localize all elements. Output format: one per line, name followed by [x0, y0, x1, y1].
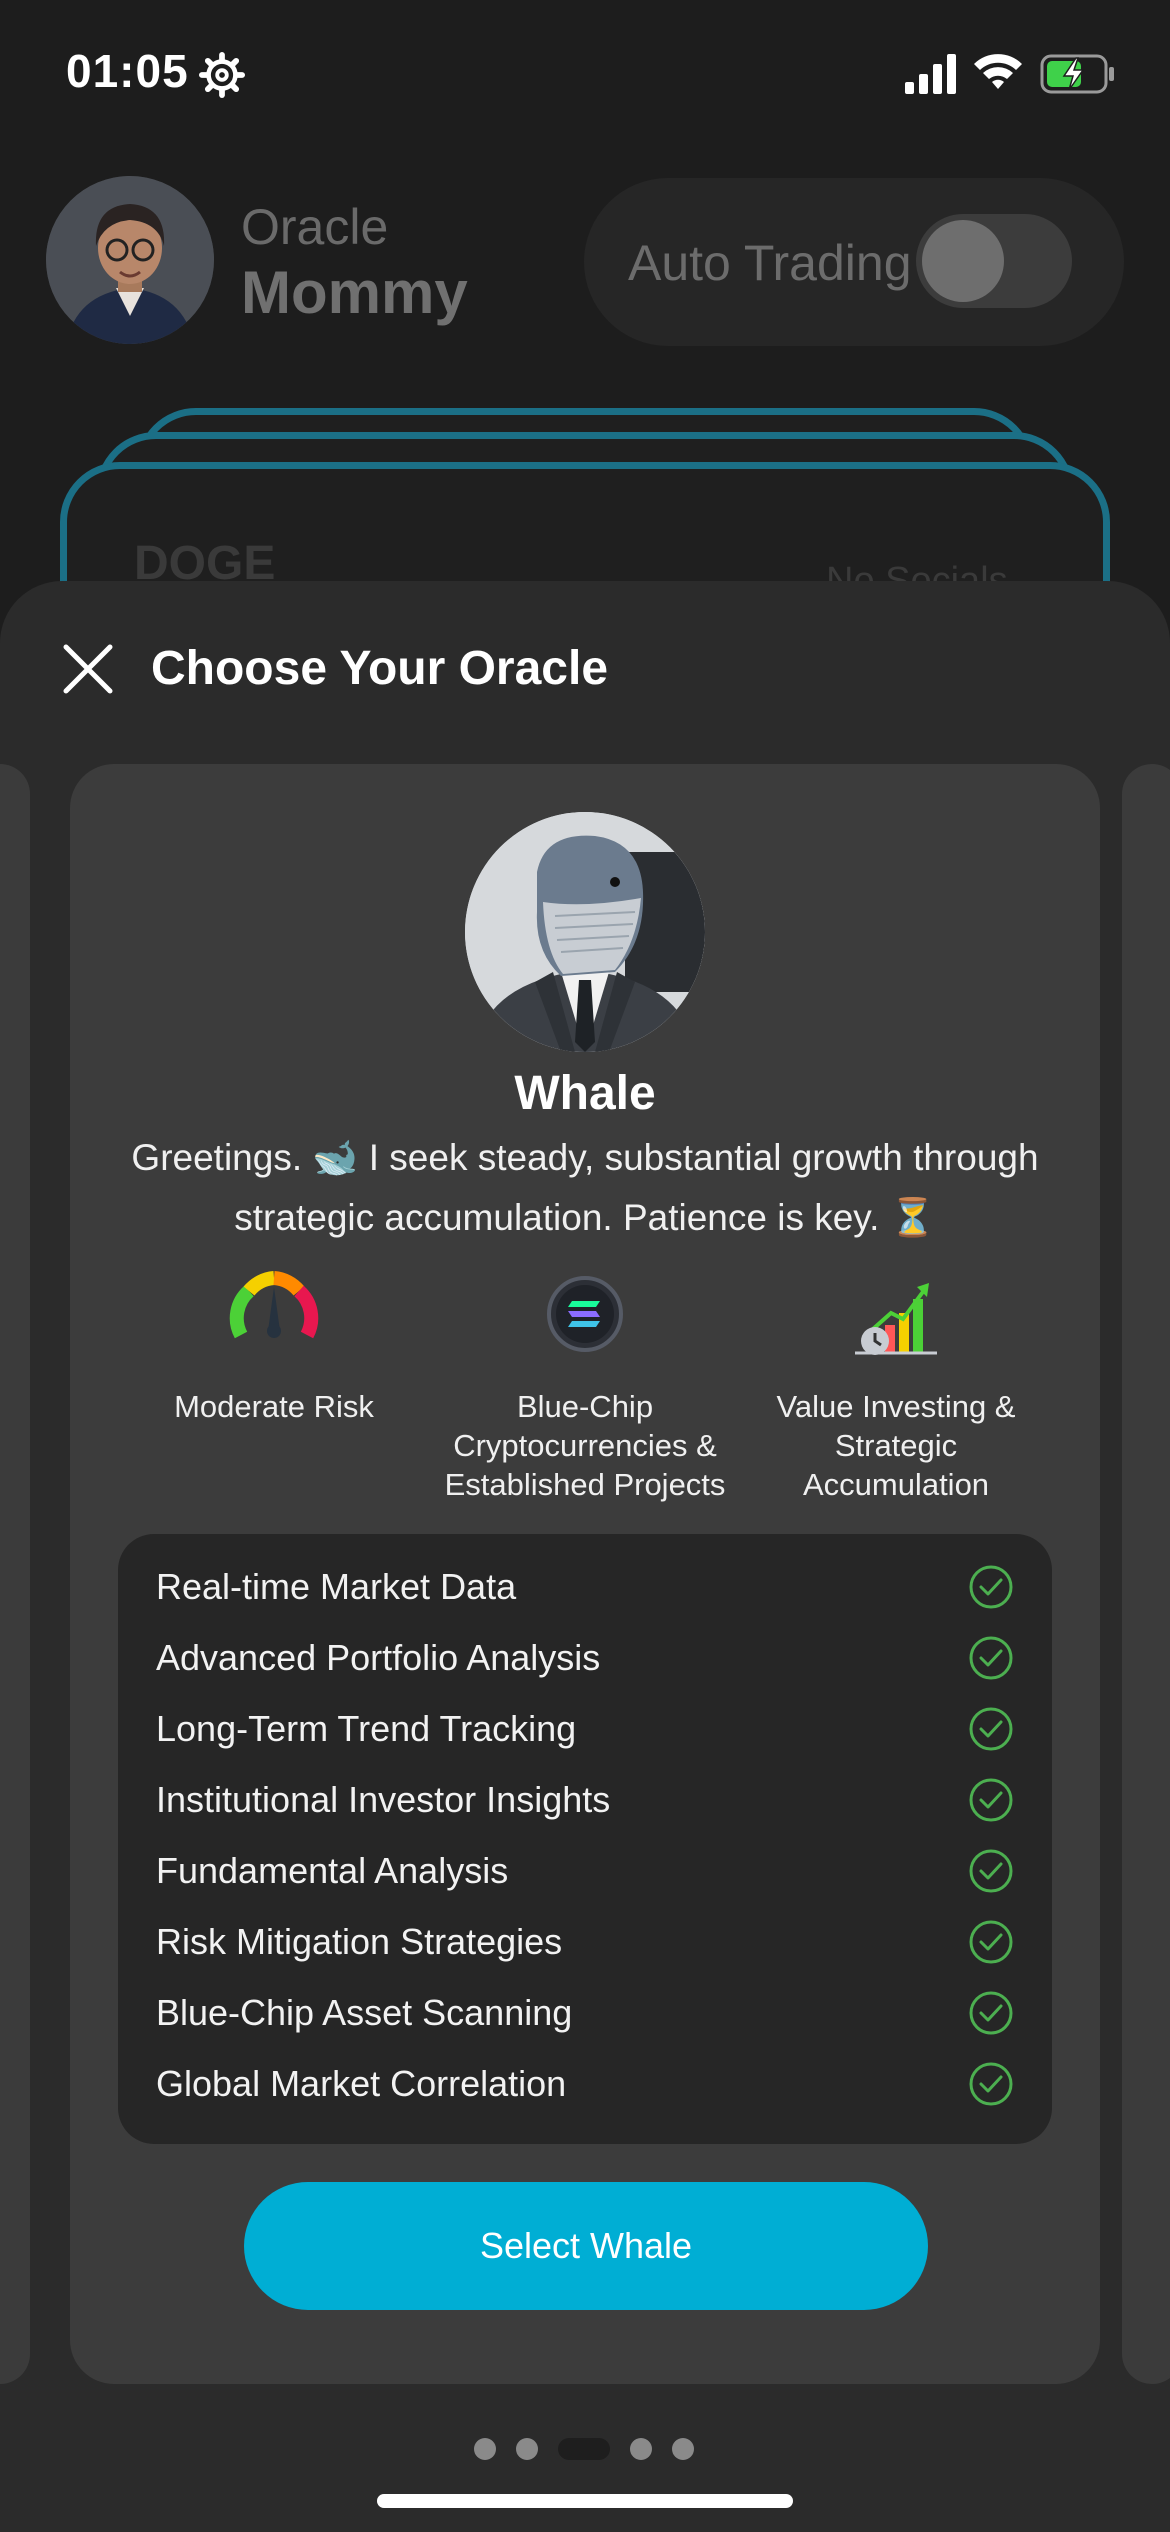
solana-coin-icon	[547, 1276, 623, 1352]
select-oracle-button[interactable]: Select Whale	[244, 2182, 928, 2310]
home-indicator[interactable]	[377, 2494, 793, 2508]
pagination-dot[interactable]	[474, 2438, 496, 2460]
check-circle-icon	[969, 1849, 1013, 1893]
toggle-knob	[922, 220, 1004, 302]
oracle-traits: Moderate Risk Blue-Chip Cryptocurrencies…	[70, 1269, 1100, 1509]
auto-trading-panel: Auto Trading	[584, 178, 1124, 346]
gear-icon	[199, 52, 245, 98]
battery-charging-icon	[1040, 54, 1114, 94]
trait-label: Blue-Chip Cryptocurrencies & Established…	[444, 1389, 726, 1502]
check-circle-icon	[969, 1707, 1013, 1751]
choose-oracle-sheet: Choose Your Oracle Whale Greetings. 🐋 I …	[0, 581, 1170, 2532]
signal-icon	[905, 54, 956, 94]
feature-label: Advanced Portfolio Analysis	[156, 1637, 601, 1678]
feature-label: Fundamental Analysis	[156, 1850, 509, 1891]
next-oracle-card[interactable]	[1122, 764, 1170, 2384]
check-circle-icon	[969, 1991, 1013, 2035]
feature-label: Risk Mitigation Strategies	[156, 1921, 563, 1962]
feature-label: Long-Term Trend Tracking	[156, 1708, 577, 1749]
mommy-avatar-image	[46, 176, 214, 344]
pagination-dot[interactable]	[630, 2438, 652, 2460]
list-item: Global Market Correlation	[156, 2049, 1014, 2119]
feature-label: Real-time Market Data	[156, 1566, 517, 1607]
check-circle-icon	[969, 1778, 1013, 1822]
oracle-label: Oracle	[241, 199, 389, 255]
pagination-dots	[0, 2431, 1170, 2461]
list-item: Fundamental Analysis	[156, 1836, 1014, 1906]
auto-trading-label: Auto Trading	[628, 235, 912, 291]
status-time: 01:05	[66, 45, 189, 97]
check-circle-icon	[969, 1565, 1013, 1609]
close-icon[interactable]	[60, 641, 116, 697]
check-circle-icon	[969, 1920, 1013, 1964]
list-item: Blue-Chip Asset Scanning	[156, 1978, 1014, 2048]
check-circle-icon	[969, 1636, 1013, 1680]
oracle-name-title: Whale	[514, 1067, 656, 1120]
feature-label: Blue-Chip Asset Scanning	[156, 1992, 573, 2033]
avatar[interactable]	[46, 176, 214, 344]
list-item: Advanced Portfolio Analysis	[156, 1623, 1014, 1693]
wifi-icon	[974, 54, 1022, 89]
growth-chart-icon	[855, 1283, 937, 1355]
features-list: Real-time Market Data Advanced Portfolio…	[118, 1534, 1052, 2144]
list-item: Long-Term Trend Tracking	[156, 1694, 1014, 1764]
trait-label: Moderate Risk	[174, 1389, 374, 1424]
pagination-dot[interactable]	[516, 2438, 538, 2460]
risk-gauge-icon	[229, 1271, 319, 1339]
auto-trading-toggle[interactable]	[916, 214, 1072, 308]
oracle-name: Mommy	[241, 259, 468, 326]
pagination-dot-active[interactable]	[558, 2438, 610, 2460]
feature-label: Global Market Correlation	[156, 2063, 567, 2104]
feature-label: Institutional Investor Insights	[156, 1779, 611, 1820]
pagination-dot[interactable]	[672, 2438, 694, 2460]
previous-oracle-card[interactable]	[0, 764, 30, 2384]
whale-avatar-image	[465, 812, 705, 1052]
list-item: Risk Mitigation Strategies	[156, 1907, 1014, 1977]
whale-avatar	[465, 812, 705, 1052]
list-item: Institutional Investor Insights	[156, 1765, 1014, 1835]
sheet-title: Choose Your Oracle	[151, 642, 609, 695]
status-bar: 01:05	[0, 0, 1170, 150]
oracle-description: Greetings. 🐋 I seek steady, substantial …	[131, 1137, 1039, 1238]
check-circle-icon	[969, 2062, 1013, 2106]
list-item: Real-time Market Data	[156, 1552, 1014, 1622]
trait-label: Value Investing & Strategic Accumulation	[776, 1389, 1016, 1502]
oracle-card: Whale Greetings. 🐋 I seek steady, substa…	[70, 764, 1100, 2384]
